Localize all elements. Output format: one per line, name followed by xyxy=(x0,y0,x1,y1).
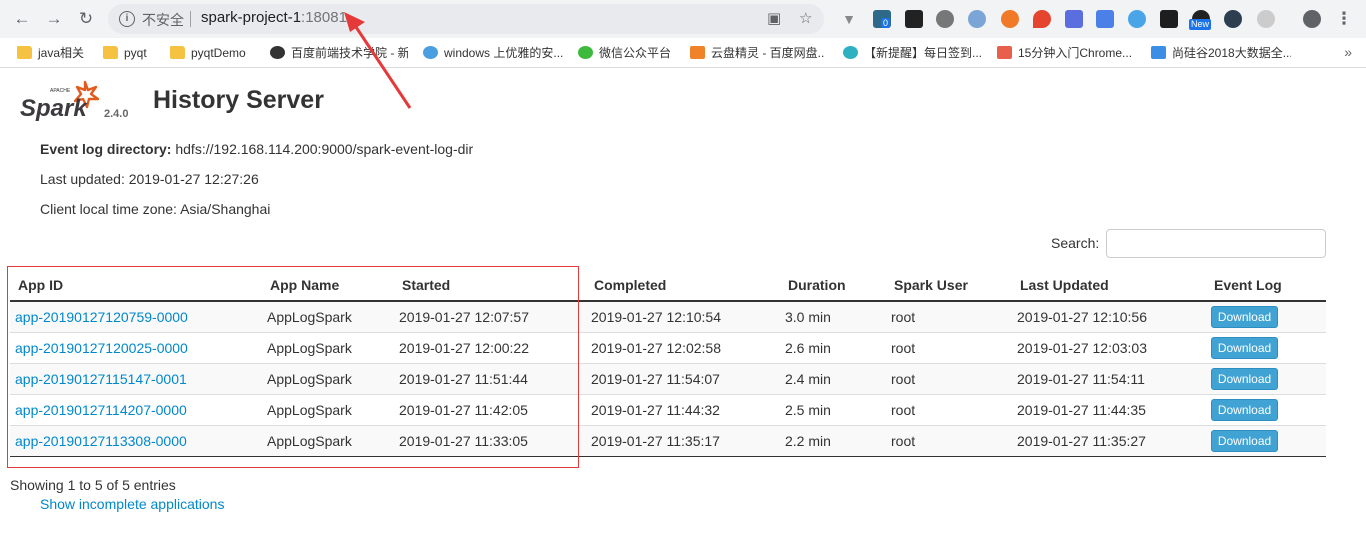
bookmark-item[interactable]: 云盘精灵 - 百度网盘... xyxy=(690,44,825,62)
page-title: History Server xyxy=(153,86,324,114)
bookmark-item[interactable]: 尚硅谷2018大数据全... xyxy=(1151,44,1291,62)
translate-extension-icon[interactable] xyxy=(1096,10,1114,28)
wechat-icon xyxy=(578,46,593,59)
vimium-icon[interactable]: ▼ xyxy=(840,10,858,28)
bookmarks-bar: java相关 pyqt pyqtDemo 百度前端技术学院 - 新... win… xyxy=(0,38,1366,68)
star-icon[interactable]: ☆ xyxy=(799,10,812,28)
back-icon[interactable]: ← xyxy=(12,9,32,29)
logo-apache-text: APACHE xyxy=(50,88,71,94)
duration-cell: 2.5 min xyxy=(780,393,886,425)
address-separator xyxy=(190,11,191,27)
search-input[interactable] xyxy=(1106,229,1326,258)
event-log-directory: Event log directory: hdfs://192.168.114.… xyxy=(40,141,474,157)
info-icon[interactable]: i xyxy=(119,11,135,27)
last-updated: Last updated: 2019-01-27 12:27:26 xyxy=(40,171,259,187)
r-extension-icon[interactable] xyxy=(1065,10,1083,28)
gear-extension-icon[interactable] xyxy=(936,10,954,28)
tab-extension-icon[interactable] xyxy=(1160,10,1178,28)
client-timezone: Client local time zone: Asia/Shanghai xyxy=(40,201,271,217)
download-button[interactable]: Download xyxy=(1211,305,1278,328)
site-icon xyxy=(843,46,858,59)
c-extension-icon[interactable] xyxy=(1224,10,1242,28)
feather-extension-icon[interactable] xyxy=(1128,10,1146,28)
download-button[interactable]: Download xyxy=(1211,367,1278,390)
new-extension-icon[interactable]: New xyxy=(1189,10,1212,30)
table-info: Showing 1 to 5 of 5 entries xyxy=(10,477,176,493)
bookmark-item[interactable]: 微信公众平台 xyxy=(578,44,678,62)
gray-extension-icon[interactable] xyxy=(1257,10,1275,28)
profile-avatar-icon[interactable] xyxy=(1303,10,1321,28)
site-icon xyxy=(997,46,1012,59)
logo-spark-text: Spark xyxy=(20,95,88,122)
bookmark-item[interactable]: pyqt xyxy=(103,44,159,62)
column-header-event-log[interactable]: Event Log xyxy=(1206,270,1326,302)
download-button[interactable]: Download xyxy=(1211,398,1278,421)
orange-extension-icon[interactable] xyxy=(1001,10,1019,28)
column-header-last-updated[interactable]: Last Updated xyxy=(1012,270,1206,302)
last-updated-cell: 2019-01-27 11:35:27 xyxy=(1012,424,1206,457)
download-button[interactable]: Download xyxy=(1211,429,1278,452)
last-updated-cell: 2019-01-27 11:44:35 xyxy=(1012,393,1206,425)
site-icon xyxy=(690,46,705,59)
site-icon xyxy=(270,46,285,59)
checklist-extension-icon[interactable] xyxy=(905,10,923,28)
security-label[interactable]: 不安全 xyxy=(142,10,184,30)
forward-icon[interactable]: → xyxy=(44,9,64,29)
url-text[interactable]: spark-project-1:18081 xyxy=(201,9,347,26)
translate-icon[interactable]: ▣ xyxy=(767,10,781,28)
bookmark-item[interactable]: java相关 xyxy=(17,44,89,62)
last-updated-cell: 2019-01-27 12:03:03 xyxy=(1012,331,1206,363)
menu-icon[interactable]: ⋮ xyxy=(1334,9,1354,29)
bookmarks-overflow-icon[interactable]: » xyxy=(1344,44,1352,60)
completed-cell: 2019-01-27 12:10:54 xyxy=(586,300,780,332)
spark-logo: APACHE Spark xyxy=(20,80,100,122)
spark-user-cell: root xyxy=(886,300,1012,332)
duration-cell: 2.2 min xyxy=(780,424,886,457)
column-header-spark-user[interactable]: Spark User xyxy=(886,270,1012,302)
folder-icon xyxy=(170,46,185,59)
bookmark-item[interactable]: 【新提醒】每日签到... xyxy=(843,44,983,62)
spark-user-cell: root xyxy=(886,393,1012,425)
completed-cell: 2019-01-27 12:02:58 xyxy=(586,331,780,363)
completed-cell: 2019-01-27 11:54:07 xyxy=(586,362,780,394)
column-header-completed[interactable]: Completed xyxy=(586,270,780,302)
bookmark-item[interactable]: pyqtDemo xyxy=(170,44,260,62)
duration-cell: 2.4 min xyxy=(780,362,886,394)
search-label: Search: xyxy=(1051,235,1100,251)
reload-icon[interactable]: ↻ xyxy=(76,9,96,29)
spark-user-cell: root xyxy=(886,331,1012,363)
spark-user-cell: root xyxy=(886,362,1012,394)
site-icon xyxy=(423,46,438,59)
show-incomplete-link[interactable]: Show incomplete applications xyxy=(40,496,224,512)
html-extension-icon[interactable]: 0 xyxy=(873,10,891,28)
bookmark-item[interactable]: windows 上优雅的安... xyxy=(423,44,565,62)
folder-icon xyxy=(103,46,118,59)
map-pin-extension-icon[interactable] xyxy=(1033,10,1051,28)
share-icon xyxy=(1151,46,1166,59)
link-extension-icon[interactable] xyxy=(968,10,986,28)
duration-cell: 3.0 min xyxy=(780,300,886,332)
spark-user-cell: root xyxy=(886,424,1012,457)
folder-icon xyxy=(17,46,32,59)
download-button[interactable]: Download xyxy=(1211,336,1278,359)
column-header-duration[interactable]: Duration xyxy=(780,270,886,302)
annotation-highlight-box xyxy=(7,266,579,468)
last-updated-cell: 2019-01-27 11:54:11 xyxy=(1012,362,1206,394)
annotation-arrow xyxy=(344,12,412,109)
bookmark-item[interactable]: 15分钟入门Chrome... xyxy=(997,44,1137,62)
completed-cell: 2019-01-27 11:35:17 xyxy=(586,424,780,457)
spark-version: 2.4.0 xyxy=(104,108,129,120)
last-updated-cell: 2019-01-27 12:10:56 xyxy=(1012,300,1206,332)
browser-toolbar: ← → ↻ i 不安全 spark-project-1:18081 ▣ ☆ ▼ … xyxy=(0,0,1366,38)
completed-cell: 2019-01-27 11:44:32 xyxy=(586,393,780,425)
duration-cell: 2.6 min xyxy=(780,331,886,363)
